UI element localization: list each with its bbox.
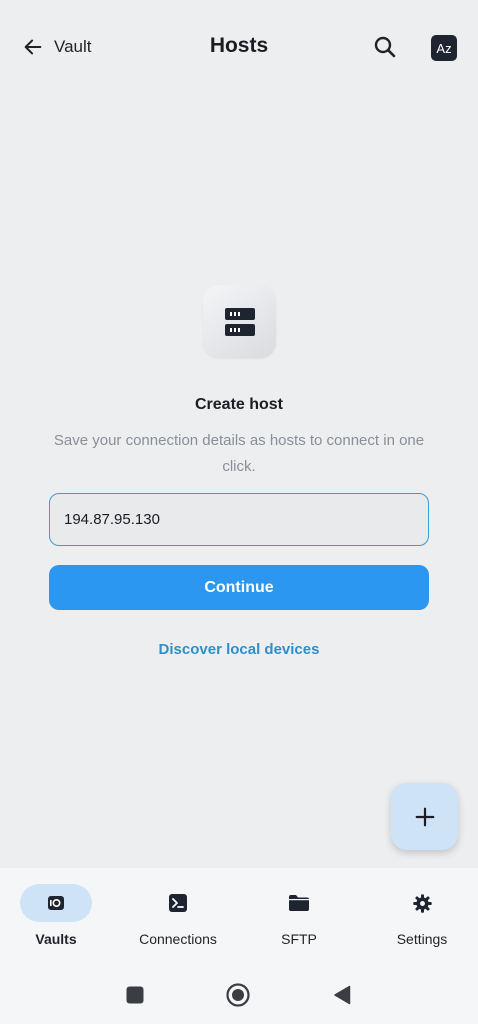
- vault-icon: [48, 896, 64, 910]
- host-address-input[interactable]: [49, 493, 429, 546]
- create-host-title: Create host: [194, 396, 284, 413]
- system-navigation-bar: [0, 960, 478, 1024]
- nav-label-settings: Settings: [396, 931, 448, 947]
- plus-icon: [415, 807, 434, 826]
- nav-label-sftp: SFTP: [281, 931, 317, 947]
- create-host-description: Save your connection details as hosts to…: [53, 432, 425, 475]
- home-circle-icon: [226, 983, 250, 1007]
- nav-active-pill: [20, 884, 92, 922]
- recents-button[interactable]: [126, 986, 144, 1009]
- triangle-back-icon: [334, 985, 351, 1005]
- folder-icon: [289, 895, 309, 911]
- nav-item-connections[interactable]: Connections: [123, 884, 233, 954]
- continue-button[interactable]: Continue: [49, 565, 429, 610]
- nav-label-connections: Connections: [139, 931, 217, 947]
- search-button[interactable]: [372, 34, 398, 60]
- gear-icon: [412, 893, 432, 913]
- empty-state-icon-box: [203, 285, 276, 358]
- server-icon: [224, 307, 255, 336]
- nav-label-vaults: Vaults: [35, 931, 77, 947]
- sort-button[interactable]: Az: [431, 35, 457, 61]
- nav-item-sftp[interactable]: SFTP: [244, 884, 354, 954]
- bottom-navigation: Vaults Connections SFTP Settings: [0, 868, 478, 960]
- top-bar: Vault Hosts Az: [0, 0, 478, 96]
- nav-item-settings[interactable]: Settings: [367, 884, 477, 954]
- add-host-fab[interactable]: [391, 783, 458, 850]
- home-button[interactable]: [226, 983, 250, 1012]
- square-icon: [126, 986, 144, 1004]
- search-icon: [374, 36, 396, 58]
- terminal-icon: [169, 894, 187, 912]
- nav-item-vaults[interactable]: Vaults: [1, 884, 111, 954]
- back-system-button[interactable]: [333, 985, 351, 1010]
- discover-local-devices-link[interactable]: Discover local devices: [0, 641, 478, 658]
- page-title: Hosts: [209, 34, 269, 57]
